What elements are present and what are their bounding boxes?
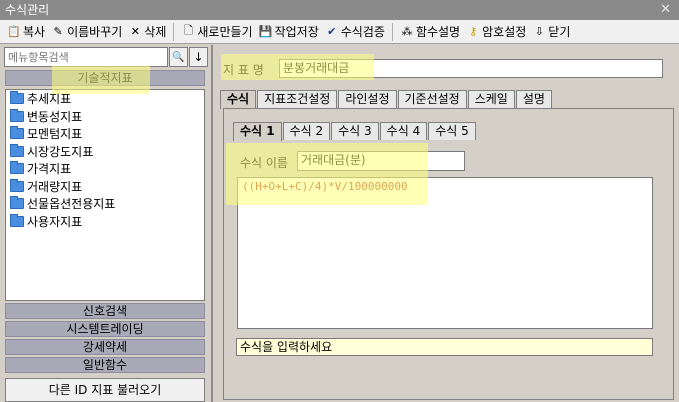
load-other-id-button[interactable]: 다른 ID 지표 불러오기 xyxy=(5,378,205,402)
exit-button[interactable]: ⇩ 닫기 xyxy=(529,21,573,43)
tree-item[interactable]: 가격지표 xyxy=(6,160,204,178)
tab-scale[interactable]: 스케일 xyxy=(467,90,515,108)
tree-item[interactable]: 모멘텀지표 xyxy=(6,125,204,143)
indicator-name-label: 지 표 명 xyxy=(223,63,264,77)
arrow-down-icon: ↓ xyxy=(193,50,204,64)
search-icon: 🔍 xyxy=(172,51,185,63)
tab-description[interactable]: 설명 xyxy=(515,90,552,108)
exit-icon: ⇩ xyxy=(534,25,544,38)
tree-item[interactable]: 선물옵션전용지표 xyxy=(6,195,204,213)
delete-button[interactable]: ✕ 삭제 xyxy=(125,21,169,43)
tab-formula-2[interactable]: 수식 2 xyxy=(282,122,331,140)
toolbar: 📋 복사 ✎ 이름바꾸기 ✕ 삭제 🗋 새로만들기 💾 작업저장 ✔ 수식검증 ⁂ 함수설명 … xyxy=(0,20,679,44)
tree-item[interactable]: 사용자지표 xyxy=(6,213,204,231)
copy-icon: 📋 xyxy=(7,25,21,38)
tab-line[interactable]: 라인설정 xyxy=(338,90,397,108)
formula-name-field[interactable]: 거래대금(분) xyxy=(297,151,465,171)
save-icon: 💾 xyxy=(258,25,273,38)
folder-icon xyxy=(10,161,24,175)
folder-icon xyxy=(10,108,24,122)
tree-item[interactable]: 변동성지표 xyxy=(6,108,204,126)
save-button[interactable]: 💾 작업저장 xyxy=(256,21,322,43)
verify-button[interactable]: ✔ 수식검증 xyxy=(322,21,388,43)
tab-condition[interactable]: 지표조건설정 xyxy=(257,90,338,108)
folder-icon xyxy=(10,143,24,157)
main-tabs: 수식 지표조건설정 라인설정 기준선설정 스케일 설명 xyxy=(220,90,553,109)
folder-icon xyxy=(10,196,24,210)
function-icon: ⁂ xyxy=(401,25,413,38)
folder-icon xyxy=(10,213,24,227)
rename-button[interactable]: ✎ 이름바꾸기 xyxy=(48,21,125,43)
search-button[interactable]: 🔍 xyxy=(169,47,188,67)
close-icon[interactable]: ✕ xyxy=(660,0,671,20)
category-system-trading[interactable]: 시스템트레이딩 xyxy=(5,321,205,337)
tab-formula-5[interactable]: 수식 5 xyxy=(428,122,476,140)
new-document-icon: 🗋 xyxy=(183,24,193,37)
tree-item[interactable]: 추세지표 xyxy=(6,90,204,108)
rename-icon: ✎ xyxy=(53,25,63,38)
category-general-function[interactable]: 일반함수 xyxy=(5,357,205,373)
check-icon: ✔ xyxy=(327,25,337,38)
delete-icon: ✕ xyxy=(130,25,140,38)
tab-formula-1[interactable]: 수식 1 xyxy=(233,122,282,141)
formula-hint: 수식을 입력하세요 xyxy=(236,338,653,356)
folder-icon xyxy=(10,126,24,140)
menu-search-input[interactable] xyxy=(4,47,168,67)
toolbar-separator xyxy=(173,22,175,41)
search-row: 🔍 ↓ xyxy=(4,47,208,67)
indicator-tree: 추세지표 변동성지표 모멘텀지표 시장강도지표 가격지표 거래량지표 선물옵션전… xyxy=(5,89,205,301)
tab-baseline[interactable]: 기준선설정 xyxy=(397,90,467,108)
category-signal-search[interactable]: 신호검색 xyxy=(5,303,205,319)
tab-formula-3[interactable]: 수식 3 xyxy=(331,122,379,140)
folder-icon xyxy=(10,178,24,192)
tab-formula-4[interactable]: 수식 4 xyxy=(379,122,428,140)
formula-name-label: 수식 이름 xyxy=(240,156,288,170)
formula-tabs: 수식 1 수식 2 수식 3 수식 4 수식 5 xyxy=(233,122,477,141)
category-bull-bear[interactable]: 강세약세 xyxy=(5,339,205,355)
title-bar: 수식관리 ✕ xyxy=(0,0,679,20)
tab-formula[interactable]: 수식 xyxy=(220,90,257,109)
formula-text: ((H+O+L+C)/4)*V/100000000 xyxy=(242,180,408,193)
window-title: 수식관리 xyxy=(5,3,50,17)
copy-button[interactable]: 📋 복사 xyxy=(4,21,48,43)
toolbar-separator xyxy=(391,22,393,41)
password-button[interactable]: ⚷ 암호설정 xyxy=(463,21,529,43)
tree-item[interactable]: 거래량지표 xyxy=(6,178,204,196)
new-button[interactable]: 🗋 새로만들기 xyxy=(178,21,255,43)
down-button[interactable]: ↓ xyxy=(189,47,208,67)
function-help-button[interactable]: ⁂ 함수설명 xyxy=(397,21,463,43)
category-technical[interactable]: 기술적지표 xyxy=(5,70,205,86)
key-icon: ⚷ xyxy=(469,25,478,38)
sidebar: 🔍 ↓ 기술적지표 추세지표 변동성지표 모멘텀지표 시장강도지표 가격지표 거… xyxy=(2,45,210,402)
indicator-name-field[interactable]: 분봉거래대금 xyxy=(279,59,663,78)
main-panel: 지 표 명 분봉거래대금 수식 지표조건설정 라인설정 기준선설정 스케일 설명… xyxy=(213,45,679,402)
formula-editor[interactable]: ((H+O+L+C)/4)*V/100000000 xyxy=(237,177,653,329)
tree-item[interactable]: 시장강도지표 xyxy=(6,143,204,161)
folder-icon xyxy=(10,91,24,105)
